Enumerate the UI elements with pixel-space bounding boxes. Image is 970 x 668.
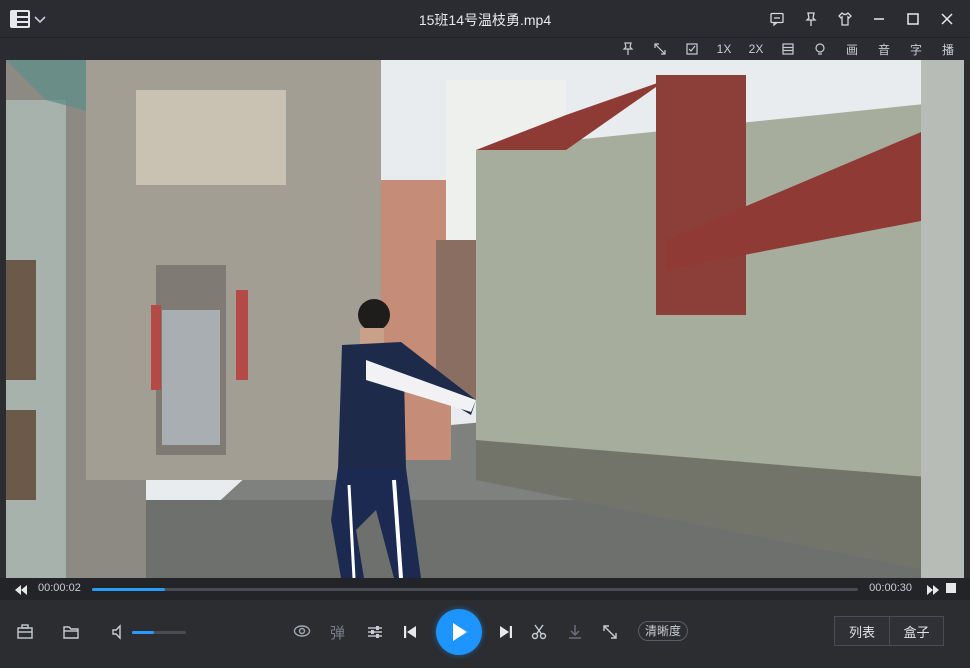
eye-icon[interactable] [291, 620, 313, 642]
control-bar: 弹 清晰度 列表 盒子 [0, 600, 970, 668]
close-icon[interactable] [930, 9, 964, 29]
side-tabs: 列表 盒子 [834, 616, 944, 646]
play-button[interactable] [436, 609, 482, 655]
light-bulb-icon[interactable] [804, 39, 836, 59]
quality-button[interactable]: 清晰度 [638, 621, 689, 641]
next-icon[interactable] [495, 621, 517, 643]
subtitle-button[interactable]: 字 [900, 39, 932, 59]
pin-icon[interactable] [794, 9, 828, 29]
volume-slider[interactable] [132, 631, 186, 634]
download-icon[interactable] [564, 621, 586, 643]
forward-icon[interactable] [926, 583, 940, 595]
playlist-tab[interactable]: 列表 [835, 617, 889, 645]
player-window: 15班14号温枝勇.mp4 1X 2X 画 音 字 播 00:00:02 00:… [0, 0, 970, 668]
progress-track[interactable] [92, 588, 858, 591]
duration: 00:00:30 [869, 582, 912, 594]
fullscreen-icon[interactable] [644, 39, 676, 59]
rewind-icon[interactable] [14, 583, 28, 595]
pin-top-icon[interactable] [612, 39, 644, 59]
open-folder-icon[interactable] [60, 621, 82, 643]
scissors-icon[interactable] [528, 621, 550, 643]
volume-fill [132, 631, 154, 634]
size-1x-button[interactable]: 1X [708, 39, 740, 59]
volume-icon[interactable] [108, 621, 130, 643]
previous-icon[interactable] [399, 621, 421, 643]
progress-row: 00:00:02 00:00:30 [0, 578, 970, 600]
feedback-icon[interactable] [760, 9, 794, 29]
picture-button[interactable]: 画 [836, 39, 868, 59]
skin-icon[interactable] [828, 9, 862, 29]
maximize-icon[interactable] [896, 9, 930, 29]
toolbox-icon[interactable] [14, 621, 36, 643]
progress-fill [92, 588, 165, 591]
stop-icon[interactable] [946, 583, 956, 593]
video-frame[interactable] [6, 60, 964, 578]
expand-icon[interactable] [599, 621, 621, 643]
tool-bar: 1X 2X 画 音 字 播 [0, 38, 970, 60]
audio-button[interactable]: 音 [868, 39, 900, 59]
list-view-icon[interactable] [772, 39, 804, 59]
current-time: 00:00:02 [38, 582, 81, 594]
box-tab[interactable]: 盒子 [889, 617, 943, 645]
danmu-toggle[interactable]: 弹 [330, 622, 345, 643]
minimize-icon[interactable] [862, 9, 896, 29]
screenshot-icon[interactable] [676, 39, 708, 59]
size-2x-button[interactable]: 2X [740, 39, 772, 59]
playback-button[interactable]: 播 [932, 39, 964, 59]
equalizer-icon[interactable] [364, 621, 386, 643]
title-bar: 15班14号温枝勇.mp4 [0, 0, 970, 38]
